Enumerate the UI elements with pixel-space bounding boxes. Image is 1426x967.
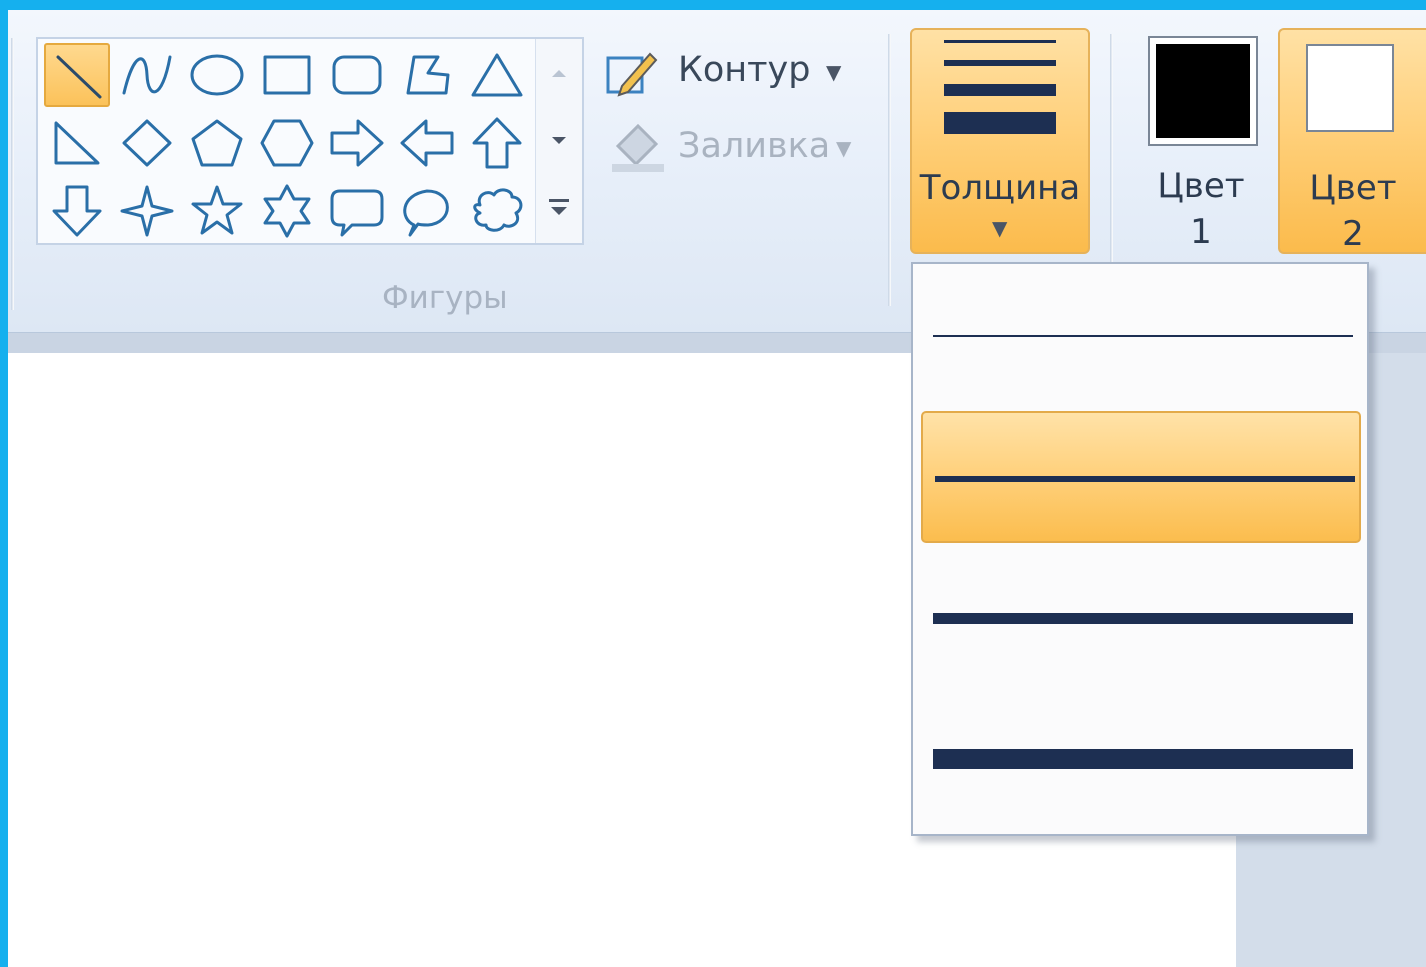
callout-cloud-icon (473, 188, 523, 232)
shape-star-six-button[interactable] (254, 179, 320, 243)
line-icon (56, 55, 102, 99)
shape-polygon-button[interactable] (394, 43, 460, 107)
hexagon-icon (260, 119, 314, 167)
shape-pentagon-button[interactable] (184, 111, 250, 175)
thickness-option-8px[interactable] (921, 693, 1361, 825)
shape-callout-oval-button[interactable] (394, 179, 460, 243)
thickness-line (933, 612, 1353, 624)
thickness-line (933, 749, 1353, 769)
shape-hexagon-button[interactable] (254, 111, 320, 175)
gallery-scrollbar (535, 39, 582, 243)
size-line-thick (944, 84, 1056, 96)
rounded-rectangle-icon (332, 55, 382, 95)
fill-bucket-icon (612, 123, 664, 172)
color1-label-line1: Цвет (1157, 166, 1245, 206)
fill-label: Заливка (678, 126, 831, 166)
chevron-down-icon: ▼ (836, 136, 852, 160)
chevron-down-icon: ▼ (992, 216, 1008, 240)
outline-label: Контур (678, 50, 811, 90)
callout-oval-icon (403, 189, 449, 237)
color2-button[interactable]: Цвет 2 (1278, 28, 1426, 254)
star-five-icon (191, 185, 243, 235)
shape-rectangle-button[interactable] (254, 43, 320, 107)
separator (1110, 34, 1113, 264)
shapes-gallery (36, 37, 584, 245)
shape-right-triangle-button[interactable] (44, 111, 110, 175)
thickness-option-1px[interactable] (921, 270, 1361, 402)
callout-rounded-icon (330, 189, 384, 237)
paint-window: Контур ▼ Заливка ▼ Фигуры Толщина ▼ Цвет… (8, 10, 1426, 967)
pentagon-icon (191, 119, 243, 167)
gallery-scroll-down-button[interactable] (536, 107, 582, 175)
size-line-thin (944, 40, 1056, 43)
pencil-outline-icon (606, 52, 658, 97)
thickness-option-3px[interactable] (921, 411, 1361, 543)
arrow-left-icon (400, 119, 454, 167)
shape-star-five-button[interactable] (184, 179, 250, 243)
shapes-group-label: Фигуры (382, 280, 508, 316)
thickness-line (933, 335, 1353, 337)
shape-line-button[interactable] (44, 43, 110, 107)
shape-arrow-left-button[interactable] (394, 111, 460, 175)
chevron-down-icon: ▼ (826, 60, 842, 84)
color1-swatch (1148, 36, 1258, 146)
fill-button[interactable]: Заливка ▼ (604, 116, 864, 180)
star-six-icon (263, 184, 311, 238)
shape-callout-cloud-button[interactable] (464, 179, 530, 243)
right-triangle-icon (54, 121, 100, 165)
oval-icon (190, 54, 244, 96)
arrow-up-icon (472, 117, 522, 169)
polygon-icon (406, 55, 450, 95)
expand-icon (549, 199, 569, 215)
color2-swatch (1306, 44, 1394, 132)
thickness-dropdown-menu (911, 262, 1369, 836)
curve-icon (122, 55, 172, 95)
separator (11, 38, 14, 310)
triangle-icon (471, 53, 523, 97)
shape-arrow-down-button[interactable] (44, 179, 110, 243)
shape-oval-button[interactable] (184, 43, 250, 107)
diamond-icon (122, 119, 172, 167)
shape-arrow-right-button[interactable] (324, 111, 390, 175)
shape-diamond-button[interactable] (114, 111, 180, 175)
color1-button[interactable]: Цвет 1 (1134, 28, 1268, 254)
star-four-icon (120, 185, 174, 237)
rectangle-icon (263, 55, 311, 95)
size-label: Толщина (919, 168, 1081, 208)
shape-callout-rounded-button[interactable] (324, 179, 390, 243)
arrow-right-icon (330, 119, 384, 167)
color2-label-line1: Цвет (1309, 168, 1397, 208)
thickness-option-5px[interactable] (921, 552, 1361, 684)
size-button[interactable]: Толщина ▼ (910, 28, 1090, 254)
separator (888, 34, 891, 306)
shape-arrow-up-button[interactable] (464, 111, 530, 175)
shape-rounded-rectangle-button[interactable] (324, 43, 390, 107)
chevron-up-icon (552, 70, 566, 77)
outline-button[interactable]: Контур ▼ (604, 42, 844, 102)
color1-label-line2: 1 (1190, 212, 1212, 252)
shape-curve-button[interactable] (114, 43, 180, 107)
thickness-line (935, 476, 1355, 482)
gallery-scroll-up-button[interactable] (536, 39, 582, 107)
color2-label-line2: 2 (1342, 214, 1364, 254)
gallery-expand-button[interactable] (536, 175, 582, 243)
arrow-down-icon (52, 185, 102, 237)
shape-star-four-button[interactable] (114, 179, 180, 243)
size-line-medium (944, 60, 1056, 66)
chevron-down-icon (552, 137, 566, 144)
size-line-thickest (944, 112, 1056, 134)
shape-triangle-button[interactable] (464, 43, 530, 107)
